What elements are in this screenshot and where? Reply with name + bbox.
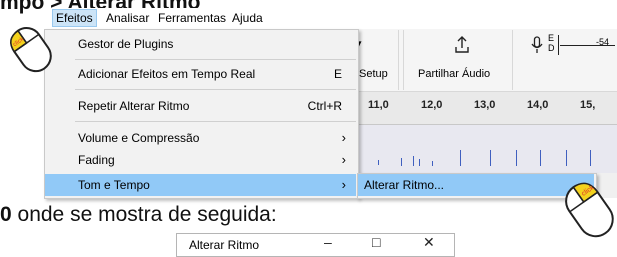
menu-item-efeitos-tempo-real[interactable]: Adicionar Efeitos em Tempo Real E (45, 63, 356, 85)
meter-line (558, 35, 559, 55)
menu-item-fading[interactable]: Fading › (45, 149, 356, 171)
menu-item-gestor-plugins[interactable]: Gestor de Plugins (45, 33, 356, 55)
ruler-tick-label: 15, (580, 99, 596, 111)
menu-separator (75, 121, 356, 122)
menu-ferramentas[interactable]: Ferramentas (158, 11, 226, 25)
menu-bar: Efeitos Analisar Ferramentas Ajuda (44, 8, 617, 30)
mouse-left-click-icon: click (10, 27, 52, 73)
close-icon[interactable]: ✕ (423, 234, 435, 251)
ruler-tick-label: 11,0 (368, 99, 389, 111)
share-audio-button[interactable]: Partilhar Áudio (418, 30, 508, 89)
waveform-mark (419, 159, 420, 166)
menu-separator (75, 59, 356, 60)
meter-scale (560, 45, 615, 46)
dialog-title: Alterar Ritmo (189, 238, 260, 252)
menu-item-repetir-alterar-ritmo[interactable]: Repetir Alterar Ritmo Ctrl+R (45, 95, 356, 117)
ruler-tick-label: 12,0 (421, 99, 443, 111)
chevron-right-icon: › (341, 177, 346, 192)
menu-analisar[interactable]: Analisar (106, 11, 149, 25)
waveform-mark (590, 150, 591, 166)
waveform-mark (378, 160, 379, 165)
menu-item-tom-e-tempo[interactable]: Tom e Tempo › (45, 174, 356, 196)
toolbar-divider (403, 30, 404, 90)
maximize-icon[interactable]: □ (372, 234, 380, 250)
ruler-tick-label: 14,0 (527, 99, 549, 111)
share-upload-icon (455, 36, 469, 53)
toolbar-divider (398, 30, 399, 90)
microphone-icon[interactable] (531, 36, 543, 54)
mouse-click-icon: click (565, 182, 614, 238)
meter-channel-labels: E D (548, 33, 555, 53)
menu-separator (75, 89, 356, 90)
waveform-mark (401, 158, 402, 166)
audio-setup-button[interactable]: Setup (359, 68, 388, 80)
waveform-mark (413, 156, 414, 166)
ruler-tick-label: 13,0 (474, 99, 496, 111)
waveform-mark (566, 150, 567, 166)
tutorial-caption: 0 onde se mostra de seguida: (0, 203, 277, 226)
shortcut-label: Ctrl+R (307, 99, 342, 113)
toolbar-divider (512, 30, 513, 90)
share-audio-label: Partilhar Áudio (418, 68, 491, 80)
waveform-mark (460, 150, 461, 166)
shortcut-label: E (333, 67, 342, 81)
waveform-mark (432, 161, 433, 166)
submenu-item-alterar-ritmo[interactable]: Alterar Ritmo... (358, 174, 594, 196)
menu-ajuda[interactable]: Ajuda (232, 11, 263, 25)
waveform-mark (516, 150, 517, 166)
menu-item-volume-compressao[interactable]: Volume e Compressão › (45, 127, 356, 149)
chevron-right-icon: › (341, 152, 346, 167)
chevron-right-icon: › (341, 130, 346, 145)
waveform-mark (490, 150, 491, 166)
waveform-mark (540, 150, 541, 166)
minimize-icon[interactable]: – (324, 234, 332, 250)
audio-track[interactable] (355, 125, 617, 173)
